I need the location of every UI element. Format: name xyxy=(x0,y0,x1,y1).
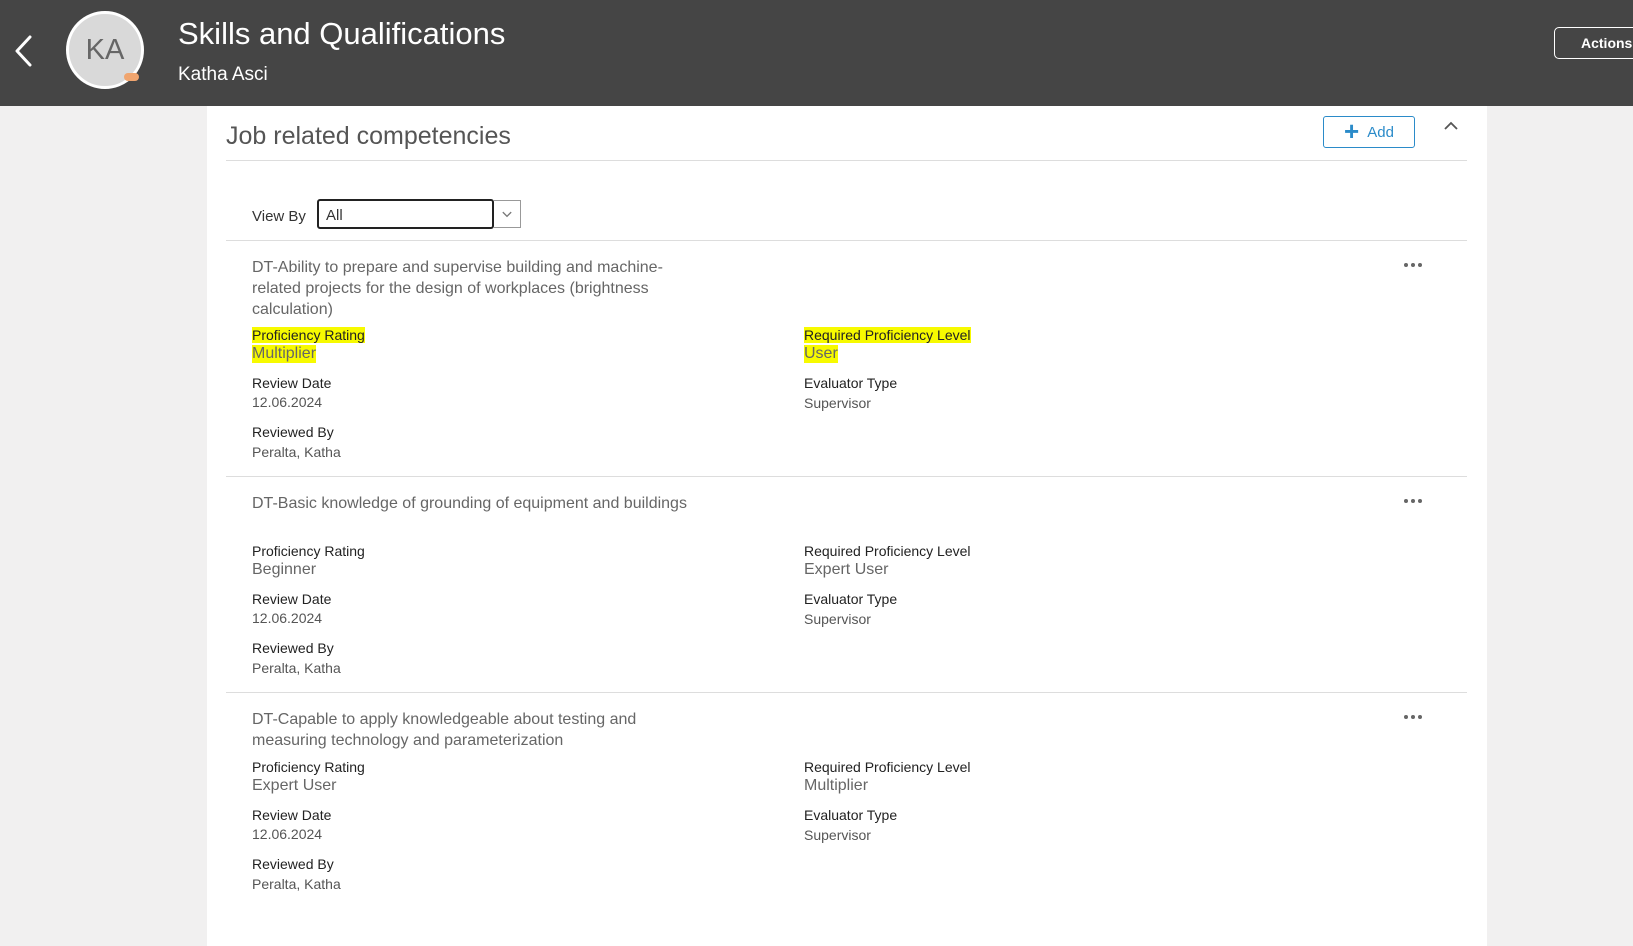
required-level-label: Required Proficiency Level xyxy=(804,543,971,559)
required-level-label: Required Proficiency Level xyxy=(804,759,971,775)
proficiency-rating-value: Beginner xyxy=(252,561,317,578)
add-button-label: Add xyxy=(1367,123,1394,141)
proficiency-rating-label: Proficiency Rating xyxy=(252,543,365,559)
more-actions-icon[interactable] xyxy=(1401,491,1425,511)
evaluator-type-label: Evaluator Type xyxy=(804,807,898,823)
competencies-panel: Job related competencies + Add View By A… xyxy=(207,106,1487,946)
evaluator-type-label: Evaluator Type xyxy=(804,375,898,391)
person-name: Katha Asci xyxy=(178,64,268,85)
proficiency-rating-label: Proficiency Rating xyxy=(252,327,365,343)
review-date-value: 12.06.2024 xyxy=(252,394,323,410)
evaluator-type-label: Evaluator Type xyxy=(804,591,898,607)
plus-icon: + xyxy=(1344,115,1360,146)
more-actions-icon[interactable] xyxy=(1401,255,1425,275)
reviewed-by-value: Peralta, Katha xyxy=(252,876,341,892)
reviewed-by-label: Reviewed By xyxy=(252,424,334,440)
review-date-value: 12.06.2024 xyxy=(252,826,323,842)
review-date-label: Review Date xyxy=(252,591,332,607)
required-level-value: Expert User xyxy=(804,561,889,578)
proficiency-rating-label: Proficiency Rating xyxy=(252,759,365,775)
reviewed-by-value: Peralta, Katha xyxy=(252,660,341,676)
proficiency-rating-value: Multiplier xyxy=(252,345,317,363)
view-by-label: View By xyxy=(252,208,306,225)
competency-item: DT-Capable to apply knowledgeable about … xyxy=(226,692,1467,917)
review-date-value: 12.06.2024 xyxy=(252,610,323,626)
section-title: Job related competencies xyxy=(226,122,511,150)
competency-item: DT-Basic knowledge of grounding of equip… xyxy=(226,476,1467,701)
required-level-value: Multiplier xyxy=(804,777,869,794)
review-date-label: Review Date xyxy=(252,807,332,823)
competency-item: DT-Ability to prepare and supervise buil… xyxy=(226,240,1467,465)
chevron-up-icon[interactable] xyxy=(1439,114,1463,138)
reviewed-by-label: Reviewed By xyxy=(252,856,334,872)
competency-title: DT-Capable to apply knowledgeable about … xyxy=(252,711,637,749)
page-header: KA Skills and Qualifications Katha Asci … xyxy=(0,0,1633,106)
reviewed-by-label: Reviewed By xyxy=(252,640,334,656)
page-title: Skills and Qualifications xyxy=(178,16,506,51)
required-level-label: Required Proficiency Level xyxy=(804,327,971,343)
reviewed-by-value: Peralta, Katha xyxy=(252,444,341,460)
proficiency-rating-value: Expert User xyxy=(252,777,337,794)
presence-status-icon xyxy=(124,73,139,81)
competency-title: DT-Basic knowledge of grounding of equip… xyxy=(252,495,687,512)
evaluator-type-value: Supervisor xyxy=(804,395,871,411)
add-button[interactable]: + Add xyxy=(1323,116,1415,148)
review-date-label: Review Date xyxy=(252,375,332,391)
view-by-select[interactable]: All xyxy=(317,199,494,229)
evaluator-type-value: Supervisor xyxy=(804,827,871,843)
evaluator-type-value: Supervisor xyxy=(804,611,871,627)
chevron-down-icon[interactable] xyxy=(494,200,521,228)
actions-button[interactable]: Actions xyxy=(1554,27,1633,59)
more-actions-icon[interactable] xyxy=(1401,707,1425,727)
back-chevron-icon[interactable] xyxy=(12,34,36,68)
required-level-value: User xyxy=(804,345,838,363)
competency-title: DT-Ability to prepare and supervise buil… xyxy=(252,259,663,318)
section-divider xyxy=(226,160,1467,161)
